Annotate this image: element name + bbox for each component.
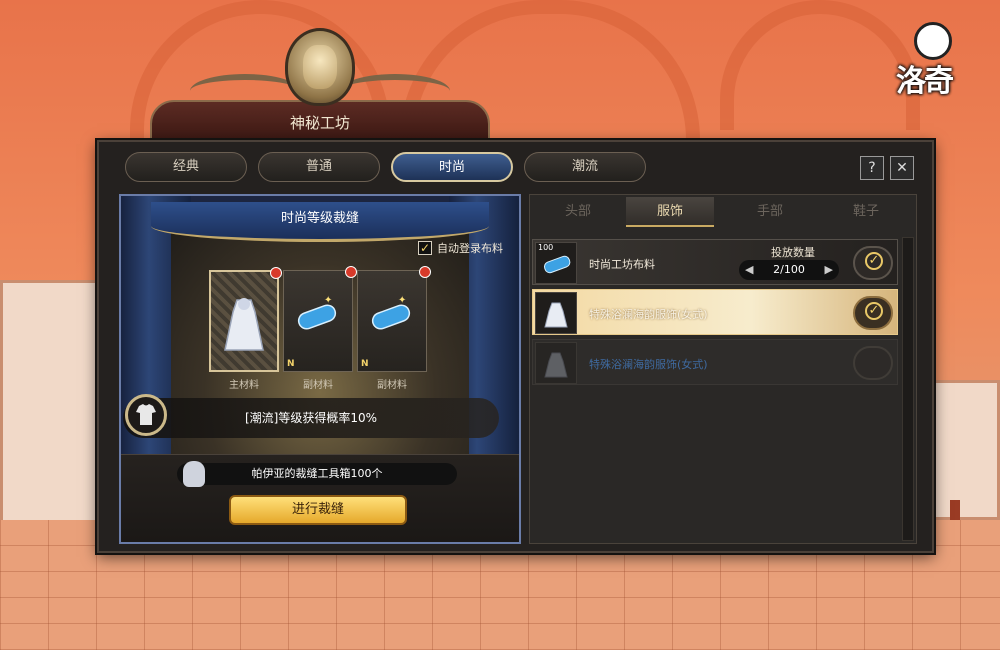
select-checkmark[interactable] bbox=[853, 346, 893, 380]
item-name: 特殊浴澜海韵服饰(女式) bbox=[589, 308, 708, 321]
tab-normal[interactable]: 普通 bbox=[258, 152, 380, 182]
sub-material-label-2: 副材料 bbox=[377, 380, 407, 391]
main-material-slot[interactable] bbox=[209, 267, 282, 372]
increment-arrow-icon[interactable]: ▶ bbox=[825, 260, 833, 280]
mannequin-emblem-icon bbox=[285, 28, 355, 106]
fabric-roll-icon: ✦ bbox=[371, 295, 411, 330]
list-item-dress-disabled[interactable]: 特殊浴澜海韵服饰(女式) bbox=[532, 339, 898, 385]
category-tab-head[interactable]: 头部 bbox=[534, 197, 622, 227]
quantity-stepper[interactable]: ◀ 2/100 ▶ bbox=[739, 260, 839, 280]
tab-fashion[interactable]: 时尚 bbox=[391, 152, 513, 182]
tailoring-stage-panel: 时尚等级裁缝 ✓ 自动登录布料 主材料 ✦ N 副材料 ✦ N 副材料 [潮流]… bbox=[119, 194, 521, 544]
svg-text:✦: ✦ bbox=[324, 295, 332, 306]
quantity-label: 投放数量 bbox=[771, 246, 815, 259]
thumb-count-badge: 100 bbox=[538, 243, 554, 252]
start-tailoring-button[interactable]: 进行裁缝 bbox=[229, 495, 407, 525]
shirt-icon bbox=[125, 394, 167, 436]
sub-material-label-1: 副材料 bbox=[303, 380, 333, 391]
stage-title: 时尚等级裁缝 bbox=[151, 202, 489, 242]
item-name: 特殊浴澜海韵服饰(女式) bbox=[589, 358, 708, 371]
material-list-panel: 头部 服饰 手部 鞋子 100 时尚工坊布料 投放数量 ◀ 2/100 ▶ ✓ … bbox=[529, 194, 917, 544]
logo-emblem-icon bbox=[914, 22, 952, 60]
auto-register-checkbox[interactable]: ✓ bbox=[418, 241, 432, 255]
scrollbar[interactable] bbox=[902, 237, 914, 541]
dress-icon bbox=[535, 292, 577, 334]
game-logo: 洛奇 bbox=[896, 22, 980, 99]
remove-material-icon[interactable] bbox=[345, 266, 357, 278]
fabric-roll-icon: ✦ bbox=[297, 295, 337, 330]
background-arch bbox=[720, 0, 920, 130]
category-tab-shoes[interactable]: 鞋子 bbox=[822, 197, 910, 227]
remove-material-icon[interactable] bbox=[270, 267, 282, 279]
select-checkmark[interactable]: ✓ bbox=[853, 296, 893, 330]
select-checkmark[interactable]: ✓ bbox=[853, 246, 893, 280]
sub-material-slot-1[interactable]: ✦ N bbox=[283, 266, 357, 372]
grade-probability-text: [潮流]等级获得概率10% bbox=[123, 398, 499, 438]
category-tab-clothing[interactable]: 服饰 bbox=[626, 197, 714, 227]
check-icon: ✓ bbox=[865, 252, 883, 270]
slot-badge: N bbox=[287, 359, 295, 369]
tab-classic[interactable]: 经典 bbox=[125, 152, 247, 182]
sub-material-slot-2[interactable]: ✦ N bbox=[357, 266, 431, 372]
auto-register-toggle[interactable]: ✓ 自动登录布料 bbox=[418, 240, 503, 256]
slot-badge: N bbox=[361, 359, 369, 369]
tool-bar: 帕伊亚的裁缝工具箱100个 进行裁缝 bbox=[121, 454, 519, 542]
help-button[interactable]: ? bbox=[860, 156, 884, 180]
cat-mascot-icon bbox=[183, 461, 205, 487]
logo-text: 洛奇 bbox=[896, 64, 954, 99]
decrement-arrow-icon[interactable]: ◀ bbox=[745, 260, 753, 280]
dress-icon bbox=[224, 298, 264, 351]
list-item-dress-selected[interactable]: 特殊浴澜海韵服饰(女式) ✓ bbox=[532, 289, 898, 335]
tab-trend[interactable]: 潮流 bbox=[524, 152, 646, 182]
fabric-roll-icon: 100 bbox=[535, 242, 577, 284]
mystery-workshop-window: 经典 普通 时尚 潮流 ? ✕ 时尚等级裁缝 ✓ 自动登录布料 主材料 ✦ N … bbox=[97, 140, 934, 553]
main-material-label: 主材料 bbox=[229, 380, 259, 391]
dress-icon bbox=[535, 342, 577, 384]
item-name: 时尚工坊布料 bbox=[589, 258, 655, 271]
background-fence bbox=[930, 380, 1000, 520]
category-tab-hands[interactable]: 手部 bbox=[726, 197, 814, 227]
window-title: 神秘工坊 bbox=[289, 114, 350, 132]
svg-text:✦: ✦ bbox=[398, 295, 406, 306]
auto-register-label: 自动登录布料 bbox=[437, 242, 503, 255]
quantity-value: 2/100 bbox=[773, 263, 805, 276]
check-icon: ✓ bbox=[865, 302, 883, 320]
tailor-toolbox-text: 帕伊亚的裁缝工具箱100个 bbox=[177, 463, 457, 485]
list-item-fabric[interactable]: 100 时尚工坊布料 投放数量 ◀ 2/100 ▶ ✓ bbox=[532, 239, 898, 285]
close-button[interactable]: ✕ bbox=[890, 156, 914, 180]
remove-material-icon[interactable] bbox=[419, 266, 431, 278]
workshop-tabs: 经典 普通 时尚 潮流 bbox=[119, 152, 839, 186]
window-crest: 神秘工坊 bbox=[150, 28, 490, 148]
